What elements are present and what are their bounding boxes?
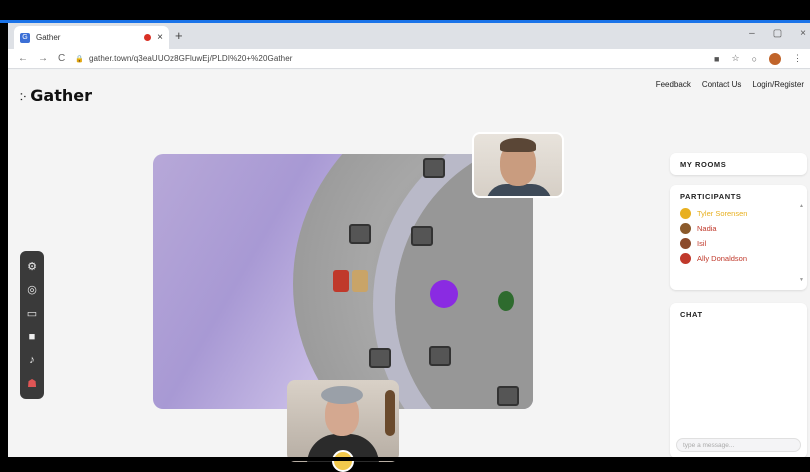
tab-gather[interactable]: G Gather × [14,26,169,49]
profile-avatar[interactable] [769,52,781,65]
minimize-button[interactable]: – [749,28,755,39]
login-register-link[interactable]: Login/Register [752,80,804,89]
participant-item[interactable]: Nadia [670,221,807,236]
scroll-up-icon[interactable]: ▲ [799,203,804,209]
chair [369,348,391,368]
guitar-object [385,390,395,436]
participant-avatar [680,223,691,234]
maximize-button[interactable]: ▢ [773,28,782,39]
gear-icon[interactable]: ⚙ [24,259,40,275]
screen-bottom-bar [0,457,810,461]
reload-button[interactable]: C [58,53,65,64]
scroll-down-icon[interactable]: ▼ [799,277,804,283]
chat-input[interactable]: type a message... [676,438,801,452]
camera-indicator-icon[interactable]: ■ [714,54,719,64]
screen-icon[interactable]: ▭ [24,305,40,321]
mic-icon[interactable]: ♪ [24,352,40,368]
my-rooms-panel[interactable]: MY ROOMS [670,153,807,175]
my-rooms-title: MY ROOMS [680,160,727,169]
top-links: Feedback Contact Us Login/Register [656,80,804,89]
chat-panel: CHAT type a message... [670,303,807,458]
participant-name: Isil [697,239,707,248]
video-person-hair [500,138,536,152]
menu-kebab-icon[interactable]: ⋮ [793,53,802,64]
feedback-link[interactable]: Feedback [656,80,691,89]
participant-name: Tyler Sorensen [697,209,748,218]
camera-icon[interactable]: ■ [24,329,40,345]
logo-text: Gather [30,86,92,105]
lock-icon: 🔒 [75,55,84,63]
target-icon[interactable]: ◎ [24,282,40,298]
address-bar[interactable]: 🔒 gather.town/q3eaUUOz8GFluwEj/PLDI%20+%… [75,52,714,66]
back-button[interactable]: ← [18,53,28,64]
video-person-hair [321,386,363,404]
close-tab-button[interactable]: × [157,32,163,43]
address-toolbar: ← → C 🔒 gather.town/q3eaUUOz8GFluwEj/PLD… [8,49,810,69]
player-avatar[interactable] [352,270,368,292]
gather-favicon-icon: G [20,32,30,43]
person-icon[interactable]: ☗ [24,375,40,391]
purple-avatar[interactable] [430,280,458,308]
plant-object [498,291,514,311]
browser-window: G Gather × + – ▢ × ← → C 🔒 gather.town/q… [8,23,810,472]
left-toolbar: ⚙ ◎ ▭ ■ ♪ ☗ [20,251,44,399]
participant-avatar [680,208,691,219]
toolbar-actions: ■ ☆ ○ ⋮ [714,52,802,65]
recording-icon [144,34,152,41]
participant-avatar [680,253,691,264]
participant-item[interactable]: Ally Donaldson [670,251,807,266]
extension-icon[interactable]: ○ [752,54,757,64]
screen-top-bar [0,0,810,20]
player-avatar[interactable] [333,270,349,292]
participant-name: Nadia [697,224,717,233]
window-controls: – ▢ × [749,28,806,39]
url-text: gather.town/q3eaUUOz8GFluwEj/PLDI%20+%20… [88,54,293,63]
self-avatar-badge[interactable] [332,450,354,472]
participants-panel: PARTICIPANTS Tyler Sorensen Nadia Isil Ally… [670,185,807,290]
gather-page: ჻ Gather Feedback Contact Us Login/Regis… [8,70,810,472]
participant-avatar [680,238,691,249]
gather-logo[interactable]: ჻ Gather [20,86,92,105]
video-tile-remote[interactable] [472,132,564,198]
tab-title: Gather [36,33,61,42]
gather-logo-icon: ჻ [20,87,27,103]
forward-button[interactable]: → [38,53,48,64]
new-tab-button[interactable]: + [175,28,183,43]
chair [429,346,451,366]
participant-item[interactable]: Isil [670,236,807,251]
participants-scrollbar[interactable]: ▲ ▼ [799,203,804,283]
bookmark-star-icon[interactable]: ☆ [731,53,739,64]
contact-us-link[interactable]: Contact Us [702,80,742,89]
chair [411,226,433,246]
participant-name: Ally Donaldson [697,254,748,263]
chair [349,224,371,244]
close-window-button[interactable]: × [800,28,806,39]
participant-list: Tyler Sorensen Nadia Isil Ally Donaldson [670,206,807,266]
participant-item[interactable]: Tyler Sorensen [670,206,807,221]
chat-title: CHAT [680,310,703,319]
video-person-body [486,184,552,196]
tab-strip: G Gather × + – ▢ × [8,23,810,49]
chair [497,386,519,406]
participants-title: PARTICIPANTS [680,192,742,201]
chair [423,158,445,178]
